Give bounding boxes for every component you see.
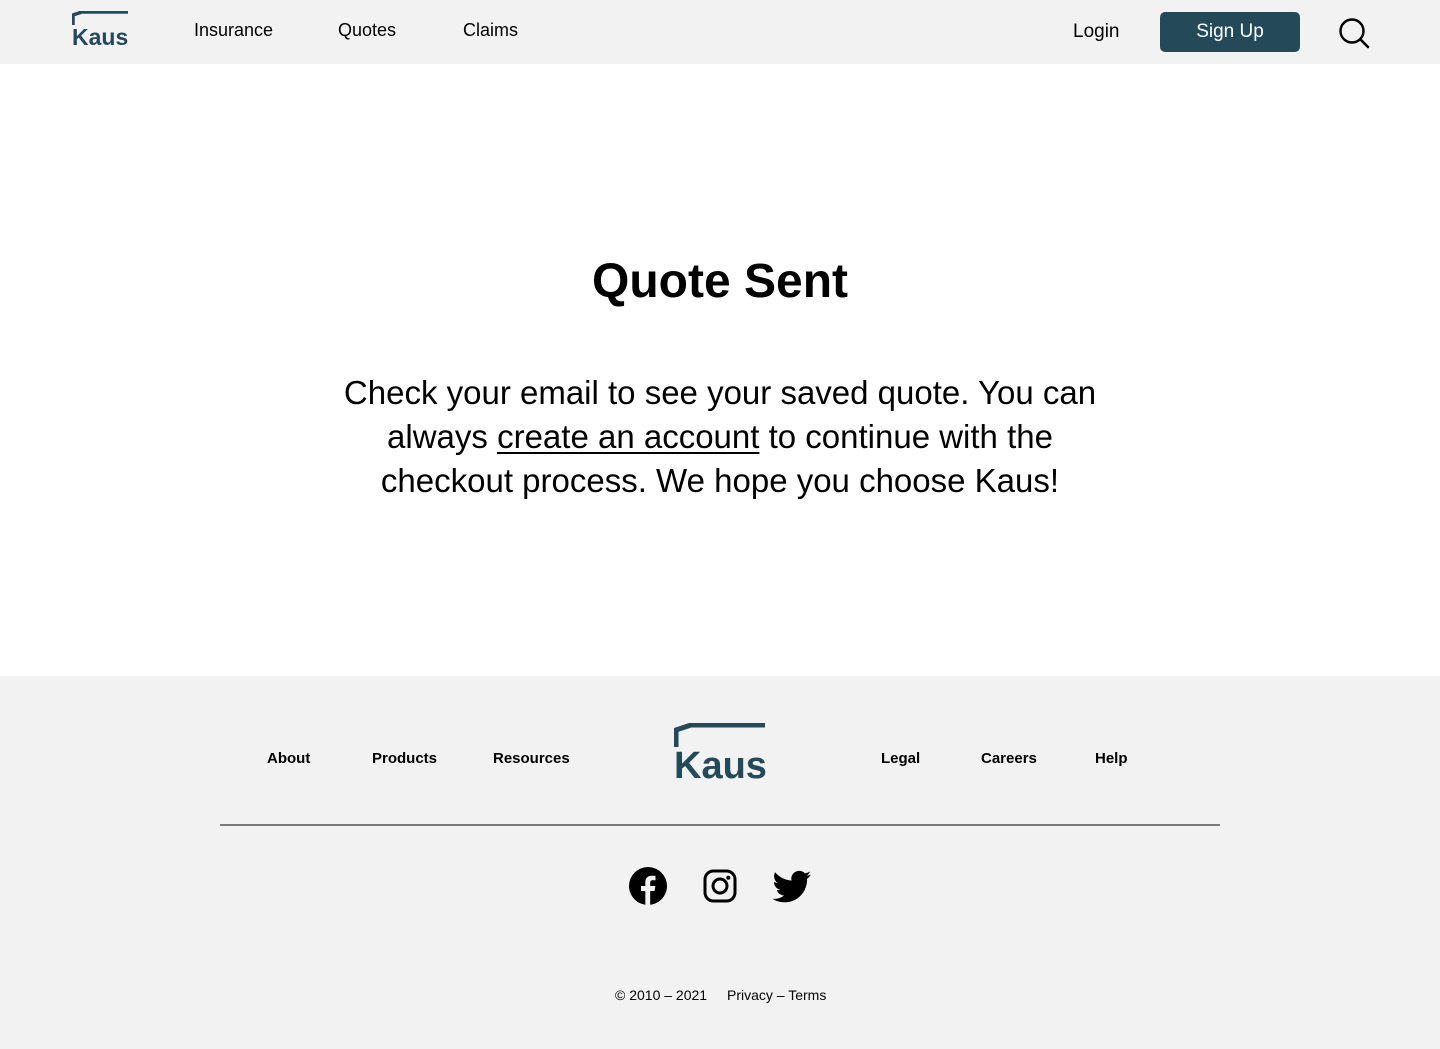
footer-kaus-logo[interactable]: Kaus xyxy=(674,723,768,781)
confirmation-message: Check your email to see your saved quote… xyxy=(320,371,1120,503)
create-account-link[interactable]: create an account xyxy=(497,418,759,455)
footer-link-help[interactable]: Help xyxy=(1095,749,1128,769)
search-icon xyxy=(1339,18,1370,49)
search-button[interactable] xyxy=(1336,15,1372,51)
kaus-logo-icon: Kaus xyxy=(674,723,767,781)
svg-text:Kaus: Kaus xyxy=(72,24,128,47)
terms-link[interactable]: Terms xyxy=(788,987,826,1003)
page-title: Quote Sent xyxy=(591,255,848,308)
footer-link-resources[interactable]: Resources xyxy=(493,749,570,769)
instagram-link[interactable] xyxy=(700,866,740,906)
site-header: Kaus Insurance Quotes Claims Login Sign … xyxy=(0,0,1440,64)
instagram-icon xyxy=(703,869,737,903)
main-content: Quote Sent Check your email to see your … xyxy=(0,64,1440,676)
footer-link-legal[interactable]: Legal xyxy=(881,749,920,769)
legal-separator: – xyxy=(772,987,789,1003)
footer-divider xyxy=(220,824,1220,826)
facebook-link[interactable] xyxy=(628,866,668,906)
nav-claims[interactable]: Claims xyxy=(463,18,518,42)
kaus-logo[interactable]: Kaus xyxy=(72,11,130,47)
privacy-link[interactable]: Privacy xyxy=(727,987,773,1003)
legal-links: Privacy – Terms xyxy=(727,986,826,1004)
svg-text:Kaus: Kaus xyxy=(674,745,767,781)
site-footer: About Products Resources Kaus Legal Care… xyxy=(0,676,1440,1049)
facebook-icon xyxy=(629,867,667,905)
kaus-logo-icon: Kaus xyxy=(72,11,128,47)
footer-link-products[interactable]: Products xyxy=(372,749,437,769)
nav-insurance[interactable]: Insurance xyxy=(194,18,273,42)
sign-up-button[interactable]: Sign Up xyxy=(1160,12,1300,52)
footer-link-about[interactable]: About xyxy=(267,749,310,769)
copyright-text: © 2010 – 2021 xyxy=(615,987,708,1003)
twitter-icon xyxy=(772,870,811,903)
twitter-link[interactable] xyxy=(772,866,812,906)
login-link[interactable]: Login xyxy=(1073,20,1120,44)
footer-link-careers[interactable]: Careers xyxy=(981,749,1037,769)
nav-quotes[interactable]: Quotes xyxy=(338,18,396,42)
